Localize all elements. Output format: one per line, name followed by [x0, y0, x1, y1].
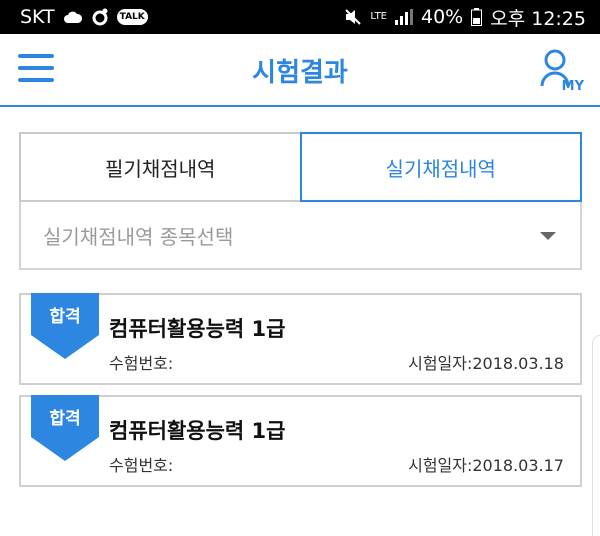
- dropdown-caret-icon: [540, 232, 556, 240]
- status-left: SKT TALK: [20, 6, 148, 28]
- pass-badge: 합격: [31, 395, 99, 463]
- pass-label: 합격: [49, 409, 81, 429]
- page-title: 시험결과: [252, 58, 348, 88]
- status-right: LTE 40% 오후 12:25: [344, 4, 586, 31]
- pass-label: 합격: [49, 307, 81, 327]
- exam-name: 컴퓨터활용능력 1급: [109, 317, 286, 341]
- exam-number: 수험번호:: [109, 354, 174, 373]
- result-card[interactable]: 합격 컴퓨터활용능력 1급 수험번호: 시험일자:2018.03.17: [19, 395, 582, 487]
- subject-select[interactable]: 실기채점내역 종목선택: [19, 202, 582, 270]
- cloud-icon: [63, 10, 83, 24]
- talk-icon: TALK: [116, 9, 148, 25]
- status-bar: SKT TALK LTE 40% 오후 12:25: [0, 0, 600, 34]
- app-header: 시험결과 MY: [0, 34, 600, 107]
- select-placeholder: 실기채점내역 종목선택: [43, 224, 234, 249]
- my-label: MY: [561, 79, 584, 94]
- result-card[interactable]: 합격 컴퓨터활용능력 1급 수험번호: 시험일자:2018.03.18: [19, 293, 582, 385]
- exam-name: 컴퓨터활용능력 1급: [109, 419, 286, 443]
- my-page-button[interactable]: MY: [540, 48, 586, 94]
- mute-icon: [344, 8, 362, 26]
- record-icon: [91, 8, 109, 26]
- pass-badge: 합격: [31, 293, 99, 361]
- exam-number: 수험번호:: [109, 456, 174, 475]
- exam-date: 시험일자:2018.03.17: [408, 456, 564, 475]
- tab-written-results[interactable]: 필기채점내역: [19, 132, 300, 202]
- tab-bar: 필기채점내역 실기채점내역: [19, 132, 582, 202]
- battery-percent: 40%: [421, 6, 464, 28]
- exam-date: 시험일자:2018.03.18: [408, 354, 564, 373]
- tab-practical-results[interactable]: 실기채점내역: [299, 132, 582, 202]
- lte-label: LTE: [370, 11, 387, 22]
- clock: 오후 12:25: [490, 7, 586, 30]
- overscroll-edge: [592, 335, 600, 536]
- signal-icon: [395, 9, 413, 25]
- carrier-label: SKT: [20, 6, 55, 28]
- battery-icon: [471, 8, 483, 26]
